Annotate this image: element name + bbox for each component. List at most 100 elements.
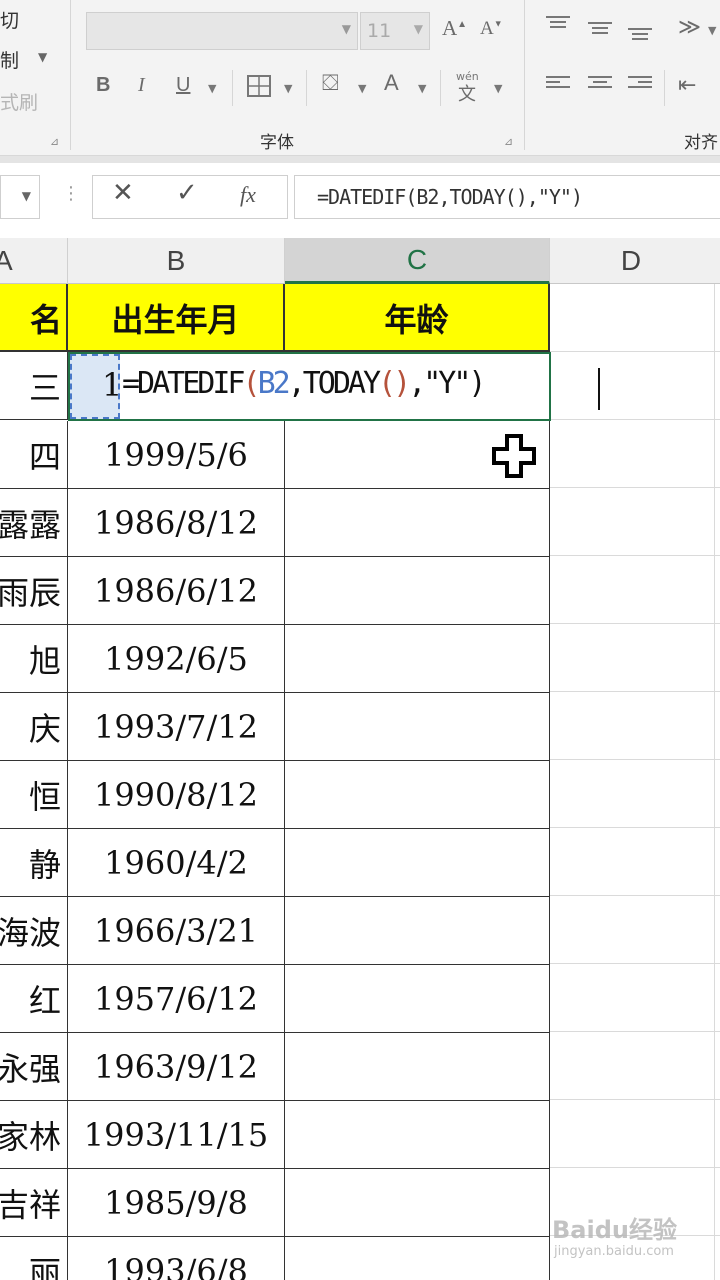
age-cell[interactable] [285, 1101, 550, 1168]
name-box[interactable]: ▼ [0, 175, 40, 219]
age-cell[interactable] [285, 625, 550, 692]
age-cell[interactable] [285, 1033, 550, 1100]
column-header-c[interactable]: C [285, 238, 550, 284]
fill-color-dropdown-icon[interactable]: ▼ [358, 82, 366, 95]
age-cell[interactable] [285, 761, 550, 828]
column-header-b[interactable]: B [68, 238, 285, 284]
name-cell[interactable]: 静 [0, 829, 68, 896]
name-cell[interactable]: 四 [0, 421, 68, 488]
name-cell[interactable]: 露露 [0, 489, 68, 556]
name-cell[interactable]: 丽 [0, 1237, 68, 1280]
gridline [550, 1167, 720, 1168]
copy-button[interactable]: 制 [0, 46, 19, 73]
age-cell[interactable] [285, 965, 550, 1032]
table-row: 丽 1993/6/8 [0, 1237, 550, 1280]
insert-function-icon[interactable]: fx [240, 182, 256, 208]
font-name-select[interactable]: ▼ [86, 12, 358, 50]
name-cell[interactable]: 吉祥 [0, 1169, 68, 1236]
birth-date-cell[interactable]: 1963/9/12 [68, 1033, 285, 1100]
cut-button[interactable]: 切 [0, 6, 19, 33]
clipboard-launcher-icon[interactable]: ⊿ [50, 135, 59, 148]
grow-font-button[interactable]: A▲ [442, 16, 467, 41]
age-cell[interactable] [285, 489, 550, 556]
cancel-icon[interactable]: ✕ [112, 178, 134, 208]
birth-date-cell[interactable]: 1957/6/12 [68, 965, 285, 1032]
name-cell[interactable]: 海波 [0, 897, 68, 964]
chevron-down-icon: ▼ [21, 189, 31, 203]
birth-date-cell[interactable]: 1993/11/15 [68, 1101, 285, 1168]
font-color-dropdown-icon[interactable]: ▼ [418, 82, 426, 95]
birth-date-cell[interactable]: 1960/4/2 [68, 829, 285, 896]
birth-date-cell[interactable]: 1992/6/5 [68, 625, 285, 692]
birth-date-cell[interactable]: 1999/5/6 [68, 421, 285, 488]
header-cell-birth[interactable]: 出生年月 [68, 284, 285, 352]
group-divider [232, 70, 233, 106]
orientation-icon[interactable]: ≫ [678, 14, 701, 40]
pinyin-button[interactable]: 文 [458, 80, 476, 106]
name-cell[interactable]: 旭 [0, 625, 68, 692]
pinyin-dropdown-icon[interactable]: ▼ [494, 82, 502, 95]
age-cell[interactable] [285, 693, 550, 760]
column-d-label: D [620, 245, 642, 276]
align-middle-icon[interactable] [588, 22, 612, 40]
underline-button[interactable]: U [176, 74, 190, 97]
shrink-font-button[interactable]: A▼ [480, 18, 503, 40]
borders-dropdown-icon[interactable]: ▼ [284, 82, 292, 95]
birth-date-cell[interactable]: 1993/7/12 [68, 693, 285, 760]
name-cell[interactable]: 恒 [0, 761, 68, 828]
font-color-button[interactable]: A [384, 70, 399, 96]
align-right-icon[interactable] [628, 76, 652, 94]
grow-font-label: A [442, 16, 458, 40]
align-top-icon[interactable] [546, 16, 570, 34]
column-header-a[interactable]: A [0, 238, 68, 284]
font-launcher-icon[interactable]: ⊿ [504, 135, 513, 148]
age-cell[interactable] [285, 1169, 550, 1236]
table-row: 吉祥 1985/9/8 [0, 1169, 550, 1237]
formula-bar-grip-icon[interactable]: ⋮ [62, 183, 80, 204]
orientation-dropdown-icon[interactable]: ▼ [708, 24, 716, 37]
format-painter-button[interactable]: 式刷 [0, 88, 38, 115]
name-cell[interactable]: 红 [0, 965, 68, 1032]
borders-icon[interactable] [246, 74, 272, 98]
baidu-watermark-url: jingyan.baidu.com [554, 1244, 674, 1259]
name-cell[interactable]: 庆 [0, 693, 68, 760]
table-row: 红 1957/6/12 [0, 965, 550, 1033]
birth-date-cell[interactable]: 1986/8/12 [68, 489, 285, 556]
enter-icon[interactable]: ✓ [176, 178, 198, 208]
italic-button[interactable]: I [138, 74, 145, 97]
age-cell[interactable] [285, 557, 550, 624]
table-row: 庆 1993/7/12 [0, 693, 550, 761]
copy-dropdown-icon[interactable]: ▼ [38, 50, 47, 64]
group-divider [524, 0, 525, 150]
align-left-icon[interactable] [546, 76, 570, 94]
name-cell[interactable]: 家林 [0, 1101, 68, 1168]
fill-color-icon[interactable]: ⛋ [322, 70, 339, 96]
birth-date-cell[interactable]: 1986/6/12 [68, 557, 285, 624]
font-size-select[interactable]: 11 ▼ [360, 12, 430, 50]
birth-date-cell[interactable]: 1990/8/12 [68, 761, 285, 828]
chevron-down-icon: ▼ [413, 22, 423, 36]
birth-date-cell[interactable]: 1985/9/8 [68, 1169, 285, 1236]
active-edit-cell[interactable]: 1 =DATEDIF(B2,TODAY(),"Y") [68, 352, 551, 421]
age-cell[interactable] [285, 897, 550, 964]
align-center-icon[interactable] [588, 76, 612, 94]
gridline [550, 963, 720, 964]
formula-input[interactable]: =DATEDIF(B2,TODAY(),"Y") [294, 175, 720, 219]
align-bottom-icon[interactable] [628, 28, 652, 46]
decrease-indent-icon[interactable]: ⇤ [678, 72, 696, 98]
name-cell[interactable]: 雨辰 [0, 557, 68, 624]
birth-date-cell[interactable]: 1993/6/8 [68, 1237, 285, 1280]
formula-reference: B2 [257, 366, 291, 401]
birth-date-cell[interactable]: 1966/3/21 [68, 897, 285, 964]
bold-button[interactable]: B [96, 74, 110, 97]
name-cell[interactable]: 三 [0, 352, 68, 419]
formula-function: =DATEDIF [122, 366, 245, 401]
age-cell[interactable] [285, 829, 550, 896]
age-cell[interactable] [285, 1237, 550, 1280]
header-cell-name[interactable]: 名 [0, 284, 68, 352]
header-cell-age[interactable]: 年龄 [285, 284, 550, 352]
underline-dropdown-icon[interactable]: ▼ [208, 82, 216, 95]
column-header-d[interactable]: D [550, 238, 720, 284]
column-b-label: B [166, 245, 186, 276]
name-cell[interactable]: 永强 [0, 1033, 68, 1100]
